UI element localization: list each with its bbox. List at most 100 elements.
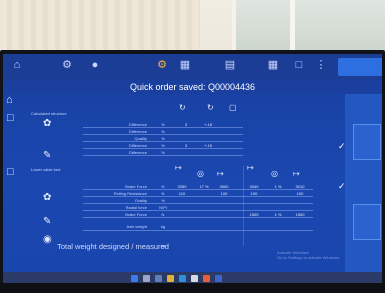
- row-label: Brake Force: [125, 184, 147, 189]
- table-cell: 110: [178, 191, 186, 196]
- table-cell: 3010: [295, 184, 305, 189]
- start-icon[interactable]: [131, 275, 138, 282]
- table-cell: 1500: [249, 212, 259, 217]
- divider: [83, 217, 313, 218]
- row-label: Difference: [128, 143, 147, 148]
- row-label: Quality: [134, 136, 147, 141]
- table-cell: 3: [184, 122, 188, 127]
- wheel-icon: ✿: [43, 192, 52, 203]
- table-cell: 3350: [177, 184, 187, 189]
- row-label: Rolling Resistance: [113, 191, 147, 196]
- divider: [83, 127, 243, 128]
- table-cell: 1 %: [274, 184, 282, 189]
- printer-icon[interactable]: ▤: [224, 60, 236, 71]
- app-toolbar: ⌂ ⚙ ● ⚙ ▦ ▤ ▦ □ ⋮: [3, 54, 382, 81]
- divider: [83, 196, 313, 197]
- unit-label: kg: [160, 224, 166, 229]
- calculator-icon[interactable]: ▦: [267, 60, 279, 71]
- table-cell: 17 %: [199, 184, 209, 189]
- robot-icon[interactable]: ⚙: [61, 60, 73, 71]
- curtain: [0, 0, 200, 52]
- unit-label: N: [161, 184, 165, 189]
- app-icon[interactable]: [203, 275, 210, 282]
- search-icon[interactable]: [143, 275, 150, 282]
- row-label: Ovality: [134, 198, 147, 203]
- unit-label: N: [161, 212, 165, 217]
- edit-icon[interactable]: ✎: [43, 150, 51, 162]
- table-cell: +.19: [204, 143, 212, 148]
- divider: [83, 189, 313, 190]
- divider: [83, 210, 313, 211]
- percent-icon: ◎: [197, 169, 204, 178]
- home-icon[interactable]: ⌂: [11, 60, 23, 71]
- brand-logo: [338, 58, 382, 76]
- edit-icon[interactable]: ✎: [43, 216, 51, 228]
- trash-icon[interactable]: ▢: [229, 104, 237, 112]
- width-icon: ↦: [247, 163, 254, 172]
- row-label: Radial force: [125, 205, 147, 210]
- unit-label: kg: [160, 243, 166, 248]
- globe-icon[interactable]: ●: [89, 60, 101, 71]
- divider: [83, 134, 243, 135]
- activation-watermark: Activate Windows Go to Settings to activ…: [277, 250, 340, 260]
- unit-label: %: [161, 198, 165, 203]
- check-icon: ✓: [338, 141, 346, 151]
- right-panel: [345, 94, 382, 276]
- unit-label: N/PI: [159, 205, 167, 210]
- app-icon[interactable]: [215, 275, 222, 282]
- design-thumbnail[interactable]: [353, 204, 381, 240]
- unit-label: %: [161, 122, 165, 127]
- store-icon[interactable]: [191, 275, 198, 282]
- row-label: Brake Force: [125, 212, 147, 217]
- table-cell: 1500: [295, 212, 305, 217]
- table-cell: 3900: [219, 184, 229, 189]
- monitor: ⌂ ⚙ ● ⚙ ▦ ▤ ▦ □ ⋮ Quick order saved: Q00…: [0, 50, 385, 293]
- divider: [83, 203, 313, 204]
- design-thumbnail[interactable]: [353, 124, 381, 160]
- table-cell: 100: [250, 191, 258, 196]
- refresh-icon[interactable]: ↻: [207, 104, 214, 112]
- task-view-icon[interactable]: [155, 275, 162, 282]
- screen: ⌂ ⚙ ● ⚙ ▦ ▤ ▦ □ ⋮ Quick order saved: Q00…: [3, 54, 382, 285]
- unit-label: N: [161, 191, 165, 196]
- table-cell: 3040: [249, 184, 259, 189]
- weight-icon: ◉: [43, 234, 52, 245]
- settings-icon[interactable]: ⚙: [156, 60, 168, 71]
- row-label: Difference: [128, 129, 147, 134]
- menu-icon[interactable]: ⋮: [315, 60, 327, 71]
- section-label: Lower cable bed: [31, 167, 61, 172]
- divider: [83, 155, 243, 156]
- checkbox-icon[interactable]: □: [7, 166, 14, 178]
- document-icon[interactable]: □: [293, 60, 305, 71]
- unit-label: %: [161, 129, 165, 134]
- table-cell: 100: [296, 191, 304, 196]
- column-divider: [243, 166, 244, 246]
- percent-icon: ◎: [271, 169, 278, 178]
- table-cell: +.15: [204, 122, 212, 127]
- unit-label: %: [161, 143, 165, 148]
- table-cell: 1 %: [274, 212, 282, 217]
- page-title: Quick order saved: Q00004436: [3, 80, 382, 94]
- folder-icon[interactable]: [167, 275, 174, 282]
- monitor-bezel: [0, 283, 385, 293]
- width-icon: ↦: [293, 169, 300, 178]
- divider: [83, 141, 243, 142]
- window-frame-bar: [290, 0, 295, 52]
- home-icon[interactable]: ⌂: [6, 94, 13, 106]
- width-icon: ↦: [217, 169, 224, 178]
- total-weight-label: Total weight designed / measured: [57, 242, 169, 251]
- window-pane: [232, 0, 385, 52]
- table-cell: 3: [184, 143, 188, 148]
- row-label: Axle weight: [126, 224, 147, 229]
- factory-icon[interactable]: ▦: [179, 60, 191, 71]
- unit-label: %: [161, 136, 165, 141]
- edge-icon[interactable]: [179, 275, 186, 282]
- row-label: Difference: [128, 122, 147, 127]
- divider: [83, 148, 243, 149]
- divider: [83, 230, 313, 231]
- watermark-subtitle: Go to Settings to activate Windows.: [277, 255, 341, 260]
- unit-label: %: [161, 150, 165, 155]
- table-cell: 100: [220, 191, 228, 196]
- checkbox-icon[interactable]: □: [7, 112, 14, 124]
- refresh-icon[interactable]: ↻: [179, 104, 186, 112]
